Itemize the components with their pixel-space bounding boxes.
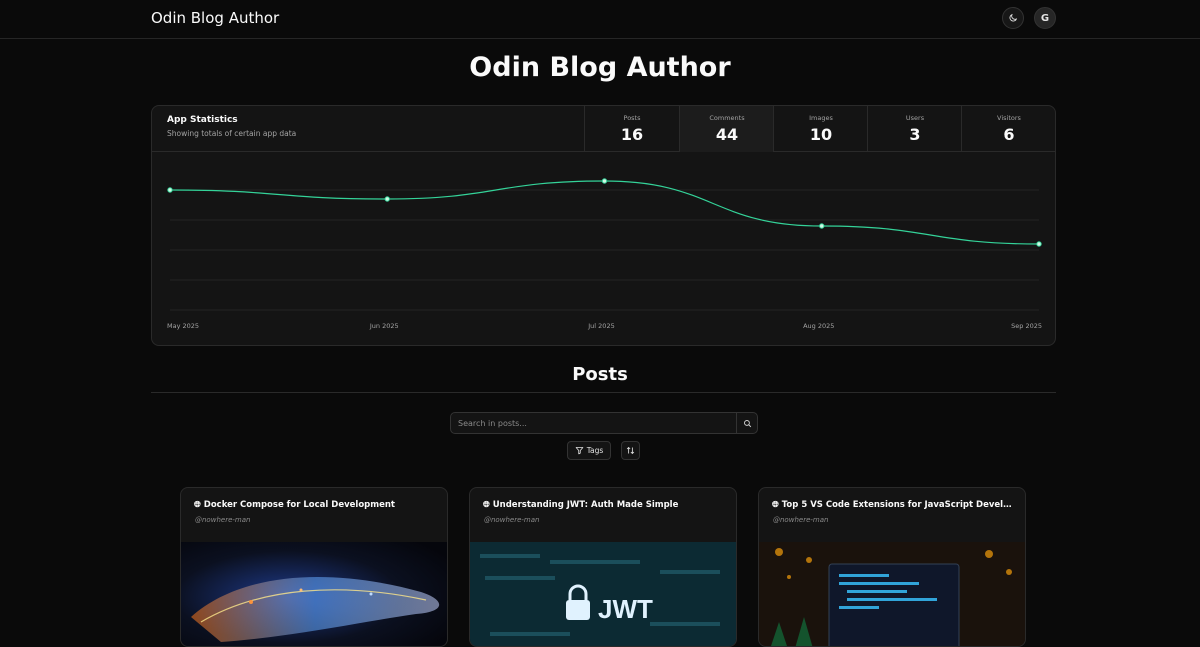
sort-arrows-icon xyxy=(626,446,635,455)
data-point[interactable] xyxy=(1036,241,1042,247)
post-search xyxy=(450,412,758,434)
x-tick-label: Jul 2025 xyxy=(587,322,614,330)
stat-posts[interactable]: Posts 16 xyxy=(584,106,679,152)
stat-label: Visitors xyxy=(997,114,1021,122)
jwt-image-text: JWT xyxy=(598,594,653,624)
post-title[interactable]: 🌐︎ Top 5 VS Code Extensions for JavaScri… xyxy=(772,500,1017,510)
stat-value: 6 xyxy=(1003,125,1015,144)
avatar-initial: G xyxy=(1040,12,1050,24)
stat-label: Comments xyxy=(709,114,745,122)
moon-icon xyxy=(1009,13,1018,22)
section-divider xyxy=(151,392,1056,393)
post-card[interactable]: 🌐︎ Understanding JWT: Auth Made Simple @… xyxy=(469,487,737,647)
theme-toggle-button[interactable] xyxy=(1002,7,1024,29)
stat-value: 44 xyxy=(715,125,739,144)
user-avatar[interactable]: G xyxy=(1034,7,1056,29)
search-button[interactable] xyxy=(736,413,757,433)
data-point[interactable] xyxy=(819,223,825,229)
stat-value: 16 xyxy=(620,125,644,144)
post-author: @nowhere-man xyxy=(195,516,251,524)
globe-icon: 🌐︎ xyxy=(194,500,204,510)
data-point[interactable] xyxy=(384,196,390,202)
stat-label: Users xyxy=(905,114,925,122)
x-tick-label: May 2025 xyxy=(167,322,199,330)
globe-icon: 🌐︎ xyxy=(772,500,782,510)
stats-line-chart: May 2025 Jun 2025 Jul 2025 Aug 2025 Sep 2025 xyxy=(167,178,1042,330)
tags-filter-button[interactable]: Tags xyxy=(567,441,611,460)
post-card[interactable]: 🌐︎ Top 5 VS Code Extensions for JavaScri… xyxy=(758,487,1026,647)
post-title-text: Understanding JWT: Auth Made Simple xyxy=(492,500,679,510)
stat-users[interactable]: Users 3 xyxy=(867,106,962,152)
top-navbar: Odin Blog Author G xyxy=(0,0,1200,39)
post-card[interactable]: 🌐︎ Docker Compose for Local Development … xyxy=(180,487,448,647)
globe-icon: 🌐︎ xyxy=(483,500,493,510)
search-input[interactable] xyxy=(451,413,736,433)
stats-title: App Statistics xyxy=(167,115,238,125)
sort-button[interactable] xyxy=(621,441,640,460)
stats-subtitle: Showing totals of certain app data xyxy=(167,129,297,138)
stat-visitors[interactable]: Visitors 6 xyxy=(961,106,1055,152)
stat-images[interactable]: Images 10 xyxy=(773,106,868,152)
post-title[interactable]: 🌐︎ Understanding JWT: Auth Made Simple xyxy=(483,500,728,510)
post-author: @nowhere-man xyxy=(484,516,540,524)
post-title[interactable]: 🌐︎ Docker Compose for Local Development xyxy=(194,500,439,510)
stat-comments[interactable]: Comments 44 xyxy=(679,106,774,152)
data-point[interactable] xyxy=(167,187,173,193)
x-tick-label: Aug 2025 xyxy=(803,322,834,330)
post-title-text: Top 5 VS Code Extensions for JavaScript … xyxy=(781,500,1017,510)
stat-label: Images xyxy=(809,114,833,122)
post-cover-image: JWT xyxy=(470,542,736,646)
x-tick-label: Sep 2025 xyxy=(1011,322,1042,330)
stat-value: 3 xyxy=(909,125,921,144)
post-cover-image xyxy=(759,542,1025,646)
brand-link[interactable]: Odin Blog Author xyxy=(151,9,279,27)
search-icon xyxy=(743,419,751,427)
data-point[interactable] xyxy=(601,178,608,184)
post-cover-image xyxy=(181,542,447,646)
x-tick-label: Jun 2025 xyxy=(369,322,399,330)
page-title: Odin Blog Author xyxy=(469,52,731,83)
stat-label: Posts xyxy=(623,114,641,122)
stat-value: 10 xyxy=(809,125,833,144)
filter-icon xyxy=(575,447,583,455)
posts-heading: Posts xyxy=(572,364,628,385)
app-statistics-card: App Statistics Showing totals of certain… xyxy=(151,105,1056,346)
tags-label: Tags xyxy=(586,446,604,455)
post-author: @nowhere-man xyxy=(773,516,829,524)
post-title-text: Docker Compose for Local Development xyxy=(203,500,395,510)
stats-header: App Statistics Showing totals of certain… xyxy=(152,106,1055,152)
